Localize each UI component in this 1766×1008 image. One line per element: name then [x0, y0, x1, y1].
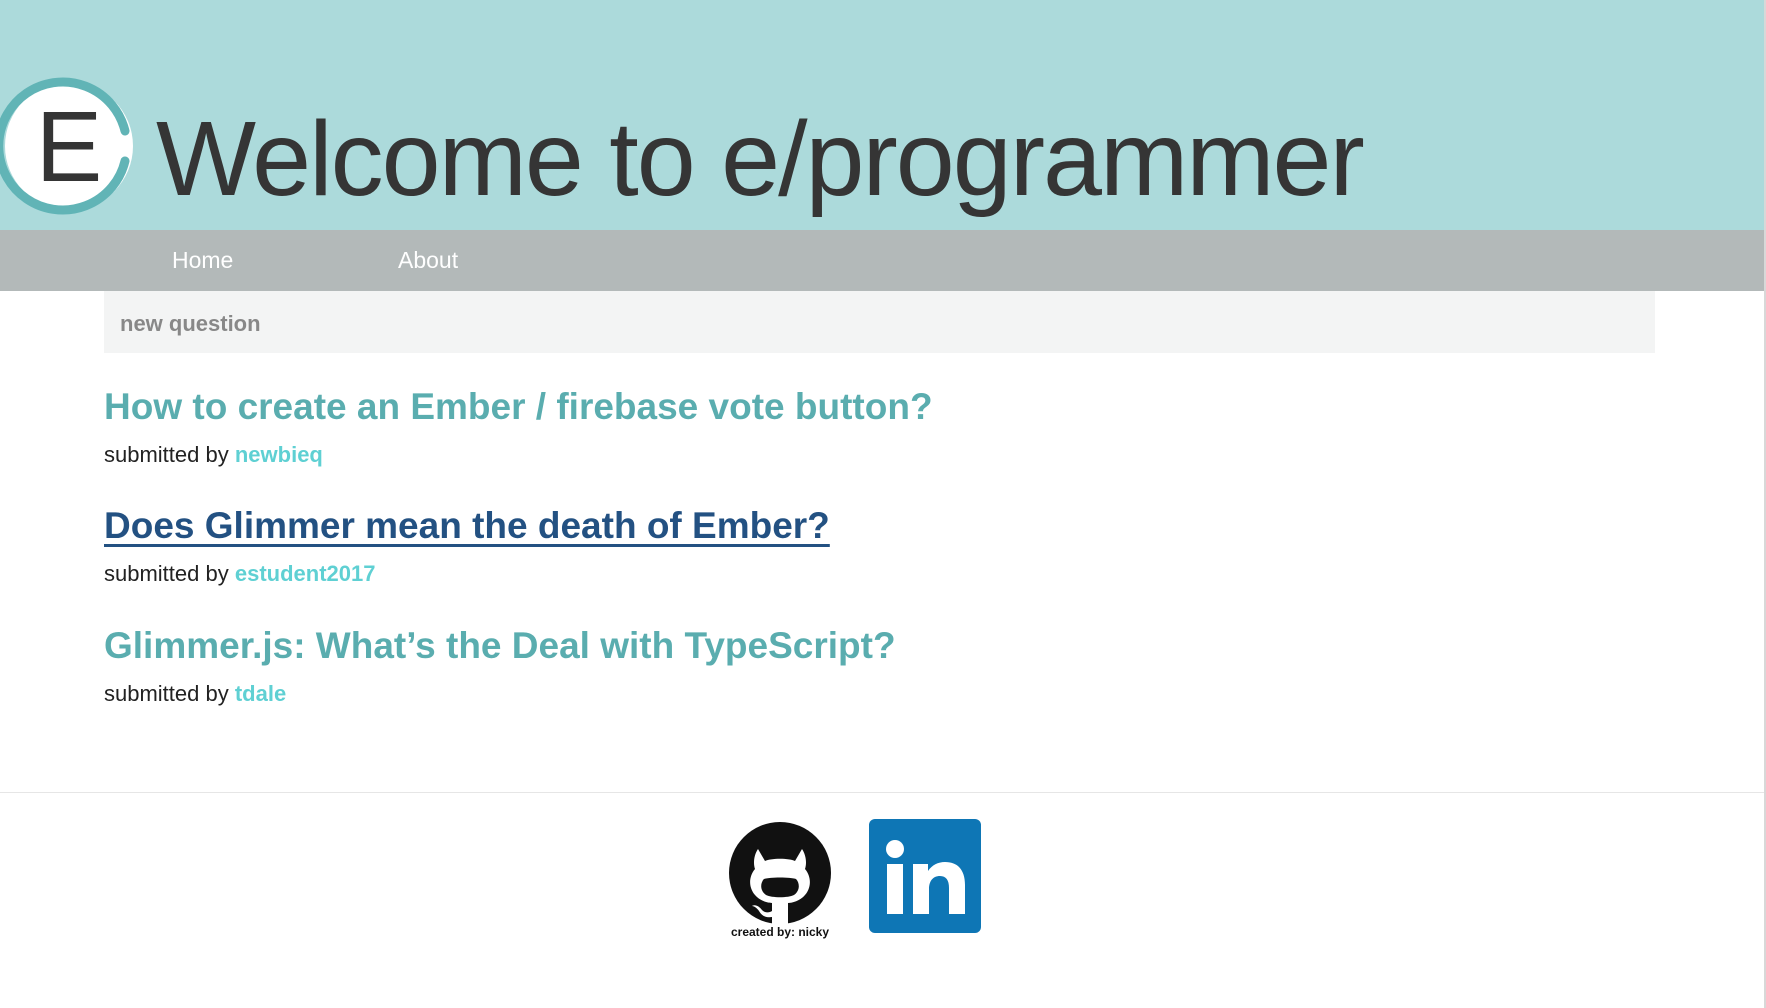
nav-home-link[interactable]: Home [172, 230, 233, 291]
question-title-link[interactable]: How to create an Ember / firebase vote b… [104, 385, 933, 429]
logo-e-icon: E [0, 77, 133, 215]
site-logo[interactable]: E [0, 73, 142, 219]
main-nav: Home About [0, 230, 1766, 291]
new-question-link[interactable]: new question [120, 291, 261, 353]
author-link[interactable]: tdale [235, 681, 286, 706]
page-title: Welcome to e/programmer [156, 100, 1365, 218]
footer-divider [0, 792, 1766, 793]
footer-credit: created by: nicky [730, 925, 830, 939]
author-link[interactable]: newbieq [235, 442, 323, 467]
github-icon [729, 822, 831, 924]
question-item: Glimmer.js: What’s the Deal with TypeScr… [104, 624, 1504, 734]
action-bar: new question [104, 291, 1655, 353]
submitted-by-label: submitted by [104, 442, 229, 467]
nav-about-link[interactable]: About [398, 230, 458, 291]
github-link[interactable]: created by: nicky [724, 821, 836, 941]
question-title-link[interactable]: Glimmer.js: What’s the Deal with TypeScr… [104, 624, 896, 668]
question-meta: submitted by tdale [104, 680, 286, 708]
author-link[interactable]: estudent2017 [235, 561, 376, 586]
linkedin-link[interactable] [869, 819, 981, 933]
question-item: How to create an Ember / firebase vote b… [104, 385, 1504, 495]
submitted-by-label: submitted by [104, 681, 229, 706]
linkedin-icon [886, 840, 965, 914]
question-meta: submitted by estudent2017 [104, 560, 375, 588]
question-title-link[interactable]: Does Glimmer mean the death of Ember? [104, 504, 830, 548]
logo-letter: E [36, 91, 103, 203]
question-item: Does Glimmer mean the death of Ember? su… [104, 504, 1504, 614]
submitted-by-label: submitted by [104, 561, 229, 586]
question-meta: submitted by newbieq [104, 441, 323, 469]
site-header: E Welcome to e/programmer [0, 0, 1766, 230]
